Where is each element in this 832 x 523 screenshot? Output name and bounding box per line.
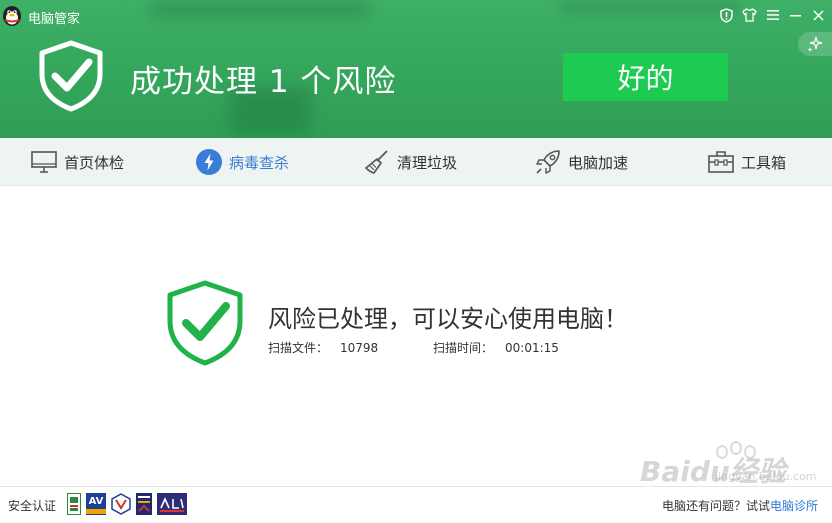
close-icon[interactable] — [811, 6, 826, 24]
gb-badge-icon[interactable] — [67, 493, 81, 515]
scan-time-value: 00:01:15 — [505, 341, 559, 355]
nav-item-clean-junk[interactable]: 清理垃圾 — [362, 138, 457, 186]
title-bar: 电脑管家 — [0, 0, 832, 32]
broom-icon — [362, 148, 392, 176]
pc-clinic-link[interactable]: 电脑诊所 — [770, 499, 818, 513]
award-badge-icon[interactable] — [157, 493, 187, 515]
nav-label: 首页体检 — [64, 153, 125, 172]
nav-item-virus-scan[interactable]: 病毒查杀 — [194, 138, 289, 186]
scan-time-label: 扫描时间： — [433, 341, 494, 355]
toolbox-icon — [706, 148, 736, 176]
qq-penguin-logo-icon — [3, 6, 21, 26]
scan-files-label: 扫描文件： — [268, 341, 329, 355]
result-message: 风险已处理，可以安心使用电脑！ — [268, 305, 628, 333]
skin-shirt-icon[interactable] — [742, 6, 757, 24]
result-header: 电脑管家 成功处理 1 个风险 好的 — [0, 0, 832, 138]
rocket-icon — [533, 148, 563, 176]
footer: 安全认证 AV 电脑还有问题？试试电脑诊所 — [0, 486, 832, 523]
main-nav: 首页体检 病毒查杀 清理垃圾 电脑加速 工具箱 — [0, 138, 832, 186]
certification-label: 安全认证 — [8, 499, 57, 513]
window-controls — [719, 6, 826, 24]
ok-button[interactable]: 好的 — [563, 53, 728, 101]
shield-status-icon[interactable] — [719, 6, 734, 24]
certification-badges: AV — [67, 493, 187, 515]
app-title: 电脑管家 — [28, 12, 81, 27]
scan-files-value: 10798 — [340, 341, 379, 355]
shield-check-icon — [39, 40, 103, 112]
sparkle-button[interactable] — [798, 32, 832, 56]
nav-label: 病毒查杀 — [229, 153, 290, 172]
cert-badge-icon[interactable] — [136, 493, 152, 515]
shield-check-icon — [167, 280, 243, 366]
av-test-badge-icon[interactable]: AV — [86, 493, 106, 515]
nav-item-home-checkup[interactable]: 首页体检 — [29, 138, 124, 186]
footer-help: 电脑还有问题？试试电脑诊所 — [662, 497, 818, 514]
nav-label: 清理垃圾 — [397, 153, 458, 172]
footer-help-text: 电脑还有问题？试试 — [661, 499, 770, 513]
watermark-subtext: jingyan.baidu.com — [715, 470, 817, 483]
nav-item-speed-up[interactable]: 电脑加速 — [533, 138, 628, 186]
menu-icon[interactable] — [765, 6, 780, 24]
nav-label: 工具箱 — [741, 153, 787, 172]
nav-label: 电脑加速 — [568, 153, 629, 172]
lightning-icon — [194, 148, 224, 176]
sparkle-icon — [807, 36, 823, 52]
nav-item-toolbox[interactable]: 工具箱 — [706, 138, 786, 186]
result-title: 成功处理 1 个风险 — [130, 64, 397, 100]
av-badge-text: AV — [88, 495, 104, 507]
vb100-badge-icon[interactable] — [111, 493, 131, 515]
monitor-icon — [29, 148, 59, 176]
minimize-icon[interactable] — [788, 6, 803, 24]
scan-time-stat: 扫描时间： 00:01:15 — [433, 339, 559, 356]
scan-files-stat: 扫描文件： 10798 — [268, 339, 378, 356]
